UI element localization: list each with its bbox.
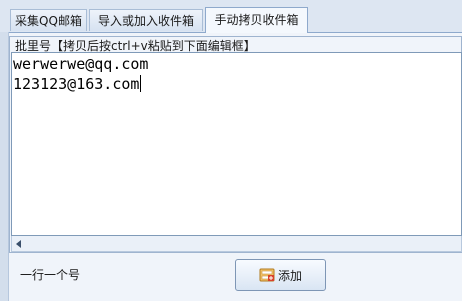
editor-line-text: 123123@163.com — [13, 75, 140, 93]
tab-manual-copy-inbox[interactable]: 手动拷贝收件箱 — [205, 7, 308, 33]
scroll-left-arrow-icon[interactable] — [16, 240, 21, 248]
add-button[interactable]: 添加 — [235, 259, 326, 291]
tab-bar: 采集QQ邮箱 导入或加入收件箱 手动拷贝收件箱 — [0, 0, 462, 33]
horizontal-scrollbar[interactable] — [11, 236, 462, 252]
tab-collect-qq-mail[interactable]: 采集QQ邮箱 — [10, 9, 87, 31]
left-side-strip — [0, 32, 9, 301]
email-list-editor[interactable]: werwerwe@qq.com 123123@163.com — [11, 52, 462, 236]
hint-label: 一行一个号 — [20, 268, 81, 282]
add-contact-icon — [259, 267, 275, 283]
editor-line: werwerwe@qq.com — [13, 55, 149, 73]
add-button-label: 添加 — [277, 268, 302, 283]
tab-import-or-add-inbox[interactable]: 导入或加入收件箱 — [89, 9, 203, 31]
text-caret — [140, 75, 142, 92]
editor-line: 123123@163.com — [13, 74, 460, 94]
